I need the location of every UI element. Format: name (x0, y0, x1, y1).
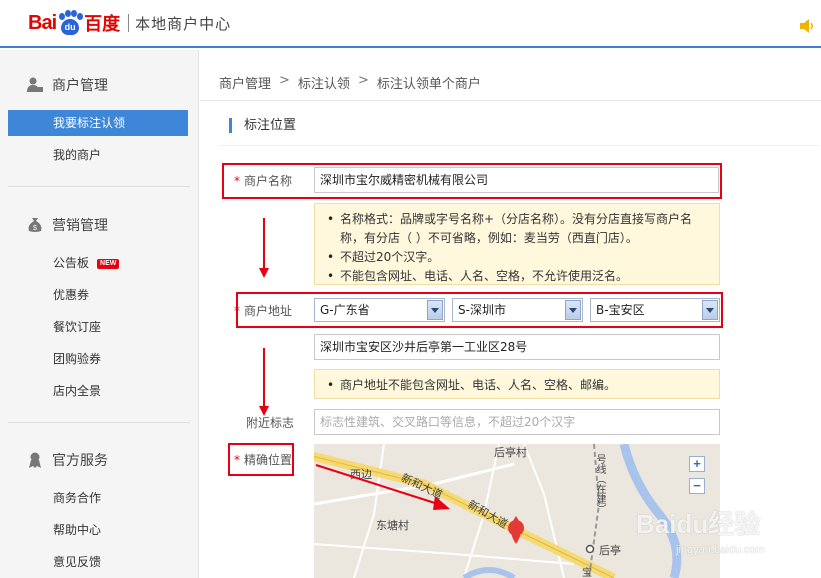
sidebar-divider (8, 422, 190, 423)
sidebar-item-store-panorama[interactable]: 店内全景 (8, 378, 188, 404)
annotation-highlight-box (236, 292, 723, 328)
sidebar-divider (8, 186, 190, 187)
tip-item: 不能包含网址、电话、人名、空格，不允许使用泛名。 (327, 267, 707, 286)
sidebar-item-bulletin[interactable]: 公告板 NEW (8, 250, 188, 276)
sidebar-group-official-services: 官方服务 (26, 448, 108, 472)
logo-baidu-cn: 百度 (84, 14, 121, 35)
breadcrumb-separator: > (357, 73, 369, 88)
landmark-input[interactable]: 标志性建筑、交叉路口等信息，不超过20个汉字 (314, 409, 720, 435)
annotation-highlight-box (228, 443, 294, 476)
annotation-arrow (259, 348, 269, 416)
breadcrumb: 商户管理 > 标注认领 > 标注认领单个商户 (219, 73, 481, 92)
map-label-donggang-village: 东塘村 (376, 519, 409, 532)
address-detail-input[interactable]: 深圳市宝安区沙井后亭第一工业区28号 (314, 334, 720, 360)
sidebar-item-help-center[interactable]: 帮助中心 (8, 517, 188, 543)
annotation-highlight-box (222, 163, 722, 199)
logo-bai-text: Bai (28, 11, 57, 34)
tip-item: 不超过20个汉字。 (327, 248, 707, 267)
sidebar: 商户管理 我要标注认领 我的商户 $ 营销管理 公告板 NEW 优惠券 餐饮订座 … (0, 50, 199, 578)
sidebar-item-label: 公告板 (53, 256, 90, 270)
sidebar-item-dining-reservation[interactable]: 餐饮订座 (8, 314, 188, 340)
money-bag-icon: $ (28, 218, 42, 232)
zoom-in-button[interactable]: + (689, 456, 705, 472)
award-ribbon-icon (29, 452, 41, 468)
annotation-arrow (315, 464, 450, 510)
section-title: 标注位置 (229, 118, 296, 133)
logo-du-text: du (61, 19, 80, 35)
breadcrumb-separator: > (279, 73, 290, 88)
watermark-url: jingyan.baidu.com (676, 544, 765, 556)
sidebar-group-marketing: $ 营销管理 (26, 213, 108, 237)
sidebar-item-feedback[interactable]: 意见反馈 (8, 549, 188, 575)
sidebar-item-mark-claim[interactable]: 我要标注认领 (8, 110, 188, 136)
breadcrumb-item-mark-claim[interactable]: 标注认领 (298, 73, 350, 92)
tip-item: 商户地址不能包含网址、电话、人名、空格、邮编。 (327, 376, 707, 395)
sidebar-group-shop-management: 商户管理 (26, 73, 108, 97)
landmark-label: 附近标志 (246, 416, 295, 430)
sidebar-group-label: 商户管理 (52, 78, 108, 94)
breadcrumb-item-shop-management[interactable]: 商户管理 (219, 73, 271, 92)
baidu-logo[interactable]: Bai du 百度 本地商户中心 (28, 10, 231, 36)
new-badge: NEW (97, 258, 120, 269)
svg-text:$: $ (33, 225, 37, 232)
top-header: Bai du 百度 本地商户中心 (0, 0, 821, 48)
sidebar-item-business-cooperation[interactable]: 商务合作 (8, 485, 188, 511)
sidebar-group-label: 营销管理 (52, 218, 108, 234)
zoom-out-button[interactable]: − (689, 478, 705, 494)
annotation-arrow (259, 218, 269, 278)
shop-name-tips: 名称格式：品牌或字号名称+（分店名称）。没有分店直接写商户名称，有分店（ ）不可… (314, 203, 720, 286)
logo-divider (128, 14, 130, 32)
sidebar-group-label: 官方服务 (52, 453, 108, 469)
section-divider (219, 145, 819, 146)
site-subtitle: 本地商户中心 (135, 14, 232, 33)
map-label-houting: 后亭 (599, 544, 621, 557)
shop-user-icon (27, 77, 43, 92)
sidebar-item-coupons[interactable]: 优惠券 (8, 282, 188, 308)
sidebar-item-my-shops[interactable]: 我的商户 (8, 142, 188, 168)
breadcrumb-item-current: 标注认领单个商户 (376, 77, 481, 92)
map-label-houting-village: 后亭村 (494, 446, 527, 459)
speaker-icon[interactable] (799, 18, 815, 34)
breadcrumb-divider (200, 100, 821, 101)
address-tips: 商户地址不能包含网址、电话、人名、空格、邮编。 (314, 369, 720, 399)
sidebar-item-groupbuy-verify[interactable]: 团购验券 (8, 346, 188, 372)
paw-icon: du (57, 10, 84, 36)
map-label-metro-line: 号线（在建） (594, 454, 605, 514)
baidu-jingyan-watermark: Baidu经验 (636, 509, 761, 539)
map-label-bao: 宝 (582, 568, 592, 578)
tip-item: 名称格式：品牌或字号名称+（分店名称）。没有分店直接写商户名称，有分店（ ）不可… (327, 210, 707, 248)
